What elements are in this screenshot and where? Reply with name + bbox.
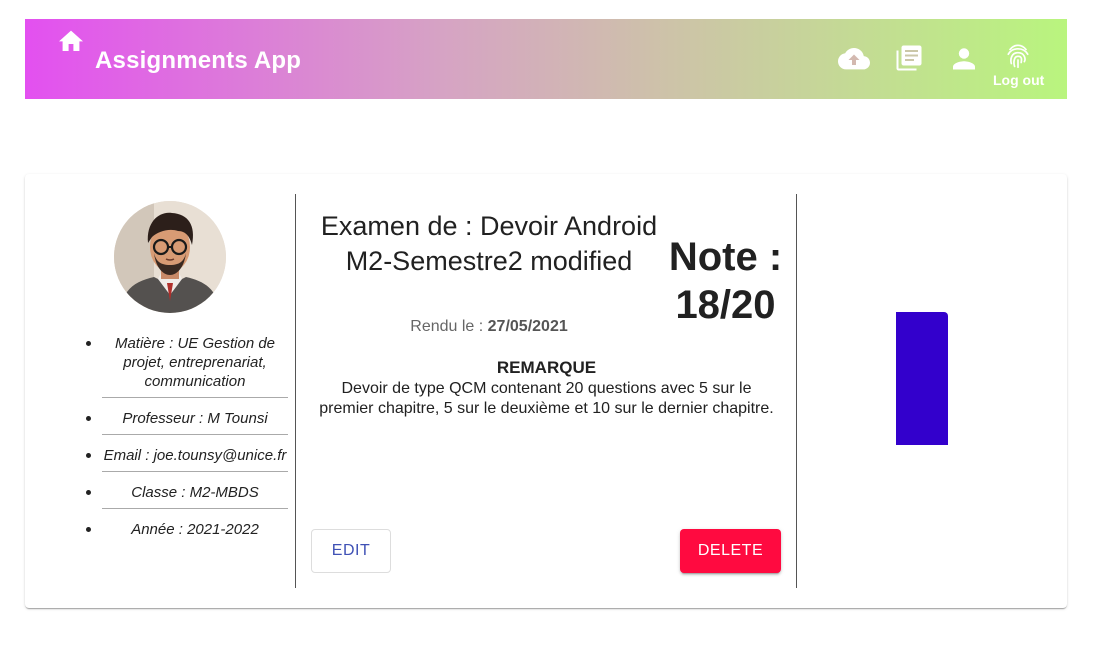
grade: Note : 18/20 [668, 235, 783, 327]
library-books-icon[interactable] [896, 45, 922, 71]
app-title[interactable]: Assignments App [95, 47, 301, 75]
avatar [114, 201, 226, 313]
column-divider-right [796, 194, 797, 588]
home-icon[interactable] [59, 30, 83, 52]
remarque-heading: REMARQUE [496, 358, 597, 377]
due-date: Rendu le : 27/05/2021 [318, 318, 660, 336]
column-divider-left [295, 194, 296, 588]
edit-button[interactable]: EDIT [311, 529, 391, 573]
delete-button[interactable]: DELETE [680, 529, 781, 573]
matiere-item: Matière : UE Gestion de projet, entrepre… [86, 334, 288, 398]
logout-label[interactable]: Log out [993, 72, 1044, 88]
annee-item: Année : 2021-2022 [86, 520, 288, 545]
professeur-item: Professeur : M Tounsi [86, 409, 288, 435]
due-date-value: 27/05/2021 [487, 318, 568, 335]
blue-bar-image [896, 312, 948, 445]
student-info-list: Matière : UE Gestion de projet, entrepre… [86, 334, 288, 556]
fingerprint-icon[interactable] [1006, 43, 1030, 69]
person-icon[interactable] [953, 48, 975, 70]
due-date-label: Rendu le : [410, 318, 484, 335]
cloud-upload-icon[interactable] [838, 47, 870, 71]
classe-item: Classe : M2-MBDS [86, 483, 288, 509]
assignment-title: Examen de : Devoir Android M2-Semestre2 … [320, 211, 658, 276]
email-item: Email : joe.tounsy@unice.fr [86, 446, 288, 472]
remarque-text: Devoir de type QCM contenant 20 question… [319, 380, 774, 417]
